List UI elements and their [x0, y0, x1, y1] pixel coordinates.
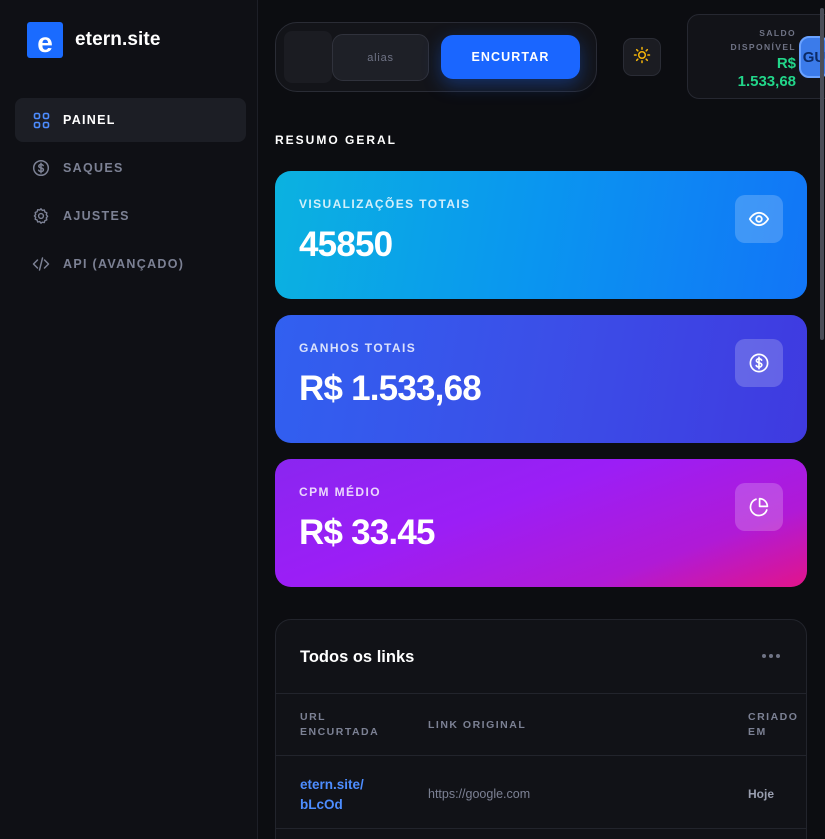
- sidebar-item-label: PAINEL: [63, 113, 116, 127]
- page-scrollbar[interactable]: [819, 0, 825, 839]
- column-header-line: CRIADO: [748, 711, 799, 723]
- column-header-created[interactable]: CRIADO EM: [748, 710, 798, 740]
- column-header-line: EM: [748, 726, 767, 738]
- shortener-form: ENCURTAR: [275, 22, 597, 92]
- balance-currency: R$: [776, 55, 796, 72]
- stat-card-views: VISUALIZAÇÕES TOTAIS 45850: [275, 171, 807, 299]
- short-url-line: etern.site/: [300, 777, 364, 792]
- sidebar-item-label: API (AVANÇADO): [63, 257, 185, 271]
- gear-icon: [32, 207, 50, 225]
- sun-icon: [633, 46, 651, 69]
- section-title: RESUMO GERAL: [275, 133, 398, 147]
- dollar-circle-icon: [735, 339, 783, 387]
- brand-name: etern.site: [75, 29, 161, 50]
- theme-toggle-button[interactable]: [623, 38, 661, 76]
- grid-icon: [32, 111, 50, 129]
- main-content: ENCURTAR SALDO DISPONÍVEL R$ 1.533,68 GU…: [259, 0, 825, 839]
- url-input[interactable]: [284, 31, 332, 83]
- pie-chart-icon: [735, 483, 783, 531]
- table-header: URL ENCURTADA LINK ORIGINAL CRIADO EM: [276, 693, 806, 756]
- created-date: Hoje: [748, 787, 775, 801]
- links-table-card: Todos os links URL ENCURTADA LINK ORIGIN…: [275, 619, 807, 839]
- sidebar-item-painel[interactable]: PAINEL: [15, 98, 246, 142]
- sidebar-nav: PAINEL SAQUES AJUSTES API (AVANÇADO): [15, 98, 246, 290]
- short-url-link[interactable]: etern.site/ bLcOd: [300, 775, 390, 815]
- sidebar: e etern.site PAINEL SAQUES AJUSTES API (…: [0, 0, 258, 839]
- alias-input[interactable]: [332, 34, 429, 81]
- dollar-circle-icon: [32, 159, 50, 177]
- sidebar-item-label: AJUSTES: [63, 209, 130, 223]
- column-header-line: ENCURTADA: [300, 726, 380, 738]
- stat-label: GANHOS TOTAIS: [299, 341, 417, 355]
- column-header-line: URL: [300, 711, 327, 723]
- shorten-button[interactable]: ENCURTAR: [441, 35, 580, 79]
- stat-card-earnings: GANHOS TOTAIS R$ 1.533,68: [275, 315, 807, 443]
- balance-value: 1.533,68: [737, 73, 796, 90]
- eye-icon: [735, 195, 783, 243]
- links-title: Todos os links: [300, 648, 415, 666]
- table-row: etern.site/ bLcOd https://google.com Hoj…: [276, 757, 806, 829]
- brand-logo: e: [27, 22, 63, 58]
- stat-value: R$ 33.45: [299, 513, 435, 552]
- balance-label-line1: SALDO: [759, 28, 796, 38]
- scrollbar-thumb[interactable]: [820, 8, 824, 340]
- stat-label: CPM MÉDIO: [299, 485, 381, 499]
- column-header-original[interactable]: LINK ORIGINAL: [428, 718, 526, 733]
- column-header-short-url[interactable]: URL ENCURTADA: [300, 710, 379, 740]
- stat-card-cpm: CPM MÉDIO R$ 33.45: [275, 459, 807, 587]
- stat-value: R$ 1.533,68: [299, 369, 482, 408]
- sidebar-item-label: SAQUES: [63, 161, 124, 175]
- stat-value: 45850: [299, 225, 393, 264]
- more-options-icon[interactable]: [762, 654, 780, 660]
- balance-label: SALDO DISPONÍVEL: [706, 26, 796, 54]
- original-url: https://google.com: [428, 787, 531, 801]
- short-url-line: bLcOd: [300, 797, 343, 812]
- sidebar-item-api[interactable]: API (AVANÇADO): [15, 242, 246, 286]
- balance-label-line2: DISPONÍVEL: [730, 42, 796, 52]
- brand[interactable]: e etern.site: [27, 22, 160, 58]
- code-icon: [32, 255, 50, 273]
- sidebar-item-ajustes[interactable]: AJUSTES: [15, 194, 246, 238]
- stat-label: VISUALIZAÇÕES TOTAIS: [299, 197, 471, 211]
- sidebar-item-saques[interactable]: SAQUES: [15, 146, 246, 190]
